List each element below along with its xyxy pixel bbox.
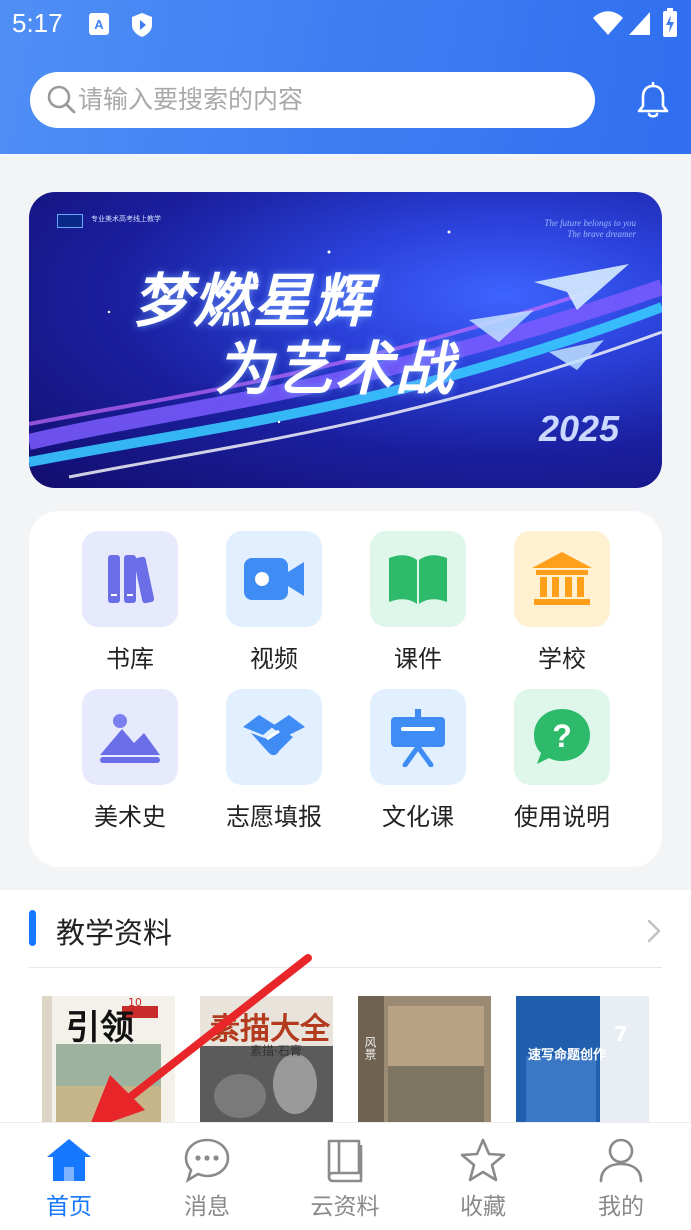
status-time: 5:17 — [12, 8, 63, 38]
grid-item-label: 志愿填报 — [226, 803, 322, 831]
feature-grid: 书库 视频 课件 学校 美术史 志愿填报 文化课 ? 使用说明 — [29, 511, 662, 867]
book-title: 引领 — [66, 1008, 134, 1048]
banner-english-line1: The future belongs to you — [544, 218, 636, 228]
grid-item-school[interactable]: 学校 — [492, 531, 632, 674]
grid-item-label: 学校 — [538, 645, 586, 673]
grid-item-culture-course[interactable]: 文化课 — [348, 689, 488, 832]
tab-label: 首页 — [46, 1194, 92, 1220]
book-title: 速写命题创作 — [528, 1048, 607, 1063]
book-cover[interactable]: 速写命题创作 7 — [516, 996, 649, 1126]
tab-home[interactable]: 首页 — [0, 1123, 138, 1230]
school-building-icon — [514, 531, 610, 627]
search-placeholder: 请输入要搜索的内容 — [78, 85, 304, 114]
book-cover[interactable]: 素描大全 素描·石膏 — [200, 996, 333, 1126]
tab-messages[interactable]: 消息 — [138, 1123, 276, 1230]
section-title: 教学资料 — [56, 916, 173, 950]
banner-slogan: 专业美术高考线上教学 — [91, 215, 161, 223]
section-accent-bar — [29, 910, 36, 946]
chevron-right-icon[interactable] — [646, 918, 662, 948]
star-icon — [459, 1137, 507, 1187]
help-question-icon: ? — [514, 689, 610, 785]
grid-item-label: 课件 — [394, 645, 442, 673]
cellular-signal-icon — [628, 10, 652, 40]
banner-english-line2: The brave dreamer — [567, 229, 636, 239]
svg-text:?: ? — [552, 718, 572, 754]
bell-notification-icon[interactable] — [636, 81, 670, 124]
book-subtitle: 素描·石膏 — [250, 1044, 302, 1058]
book-subtitle: 10 — [128, 996, 142, 1009]
grid-item-label: 视频 — [250, 645, 298, 673]
tab-label: 收藏 — [460, 1194, 506, 1220]
grid-item-library[interactable]: 书库 — [60, 531, 200, 674]
section-divider — [29, 967, 662, 968]
open-book-icon — [370, 531, 466, 627]
banner-logo — [57, 214, 83, 228]
landscape-picture-icon — [82, 689, 178, 785]
book-cover[interactable]: 引领 10 — [42, 996, 175, 1126]
tab-label: 云资料 — [310, 1194, 380, 1220]
battery-charging-icon — [662, 8, 678, 42]
user-profile-icon — [597, 1137, 645, 1187]
grid-item-label: 美术史 — [94, 803, 166, 831]
status-bar: 5:17 A — [0, 0, 691, 50]
book-icon — [321, 1137, 369, 1187]
tab-profile[interactable]: 我的 — [552, 1123, 690, 1230]
header: 5:17 A 请输入要搜索的内容 — [0, 0, 691, 154]
tab-favorites[interactable]: 收藏 — [414, 1123, 552, 1230]
grid-item-courseware[interactable]: 课件 — [348, 531, 488, 674]
bottom-tab-bar: 首页 消息 云资料 收藏 我的 — [0, 1122, 691, 1230]
banner-year: 2025 — [539, 408, 620, 449]
teaching-materials-section: 教学资料 引领 10 素描大全 素描·石膏 风景 速写命题创作 7 — [0, 890, 691, 1130]
tab-cloud-materials[interactable]: 云资料 — [276, 1123, 414, 1230]
book-subtitle: 7 — [614, 1022, 628, 1046]
tab-label: 消息 — [184, 1194, 230, 1220]
book-title: 风景 — [363, 1036, 377, 1060]
book-cover[interactable]: 风景 — [358, 996, 491, 1126]
grid-item-art-history[interactable]: 美术史 — [60, 689, 200, 832]
grid-item-label: 使用说明 — [514, 803, 610, 831]
chat-bubble-icon — [183, 1137, 231, 1187]
handshake-icon — [226, 689, 322, 785]
promo-banner[interactable]: 专业美术高考线上教学 The future belongs to you The… — [29, 192, 662, 488]
search-icon — [46, 84, 76, 118]
banner-title-line2: 为艺术战 — [215, 335, 456, 403]
blackboard-icon — [370, 689, 466, 785]
grid-item-label: 书库 — [106, 645, 154, 673]
tab-label: 我的 — [598, 1194, 644, 1220]
translate-app-icon: A — [88, 12, 110, 40]
video-camera-icon — [226, 531, 322, 627]
bookshelf-icon — [82, 531, 178, 627]
shield-play-icon — [130, 12, 154, 42]
grid-item-label: 文化课 — [382, 803, 454, 831]
grid-item-application[interactable]: 志愿填报 — [204, 689, 344, 832]
banner-english-text: The future belongs to you The brave drea… — [544, 218, 636, 240]
grid-item-video[interactable]: 视频 — [204, 531, 344, 674]
svg-text:A: A — [94, 17, 104, 32]
grid-item-instructions[interactable]: ? 使用说明 — [492, 689, 632, 832]
search-input[interactable]: 请输入要搜索的内容 — [30, 72, 595, 128]
wifi-icon — [592, 10, 624, 40]
home-icon — [45, 1137, 93, 1187]
